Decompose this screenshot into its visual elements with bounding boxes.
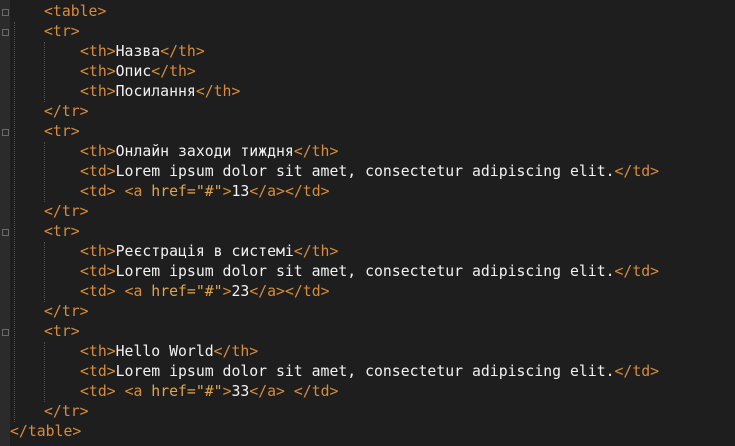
code-line: <td>Lorem ipsum dolor sit amet, consecte… (80, 162, 659, 182)
code-tag: <th> (80, 243, 116, 260)
code-tag: <a (124, 283, 152, 300)
code-tag: </th> (160, 43, 205, 60)
code-tag: </td> (284, 183, 330, 200)
code-tag: </tr> (44, 403, 89, 420)
code-tag: </table> (10, 423, 82, 440)
code-line: <tr> (44, 22, 80, 42)
code-line: <th>Реєстрація в системі</th> (80, 242, 338, 262)
code-text: Lorem ipsum dolor sit amet, consectetur … (115, 363, 615, 380)
code-tag: > (222, 283, 232, 300)
code-line: <tr> (44, 122, 80, 142)
code-tag: </th> (293, 243, 339, 260)
indent-guide (44, 142, 45, 202)
code-text: Назва (115, 43, 161, 60)
code-line: <table> (44, 2, 106, 22)
code-tag: </th> (195, 83, 241, 100)
code-line: </tr> (44, 402, 89, 422)
code-tag: <td> (80, 283, 116, 300)
code-tag: </th> (213, 343, 259, 360)
indent-guide (44, 342, 45, 402)
indent-guide (14, 22, 15, 422)
code-tag: </a> (249, 283, 285, 300)
fold-marker-icon[interactable] (2, 9, 9, 16)
code-line: </tr> (44, 102, 89, 122)
code-tag: <td> (80, 163, 116, 180)
code-tag: </td> (284, 283, 330, 300)
code-text: Hello World (115, 343, 214, 360)
code-line: <th>Назва</th> (80, 42, 205, 62)
code-line: <th>Посилання</th> (80, 82, 240, 102)
editor-gutter (0, 0, 10, 446)
code-line: <tr> (44, 322, 80, 342)
code-attribute: href="#" (151, 383, 223, 400)
code-tag: <td> (80, 263, 116, 280)
fold-marker-icon[interactable] (2, 29, 9, 36)
code-line: <td>Lorem ipsum dolor sit amet, consecte… (80, 362, 659, 382)
code-tag: </td> (614, 263, 660, 280)
code-tag: <tr> (44, 323, 80, 340)
code-line: <th>Hello World</th> (80, 342, 258, 362)
code-tag: </tr> (44, 303, 89, 320)
code-text: Онлайн заходи тиждня (115, 143, 294, 160)
code-tag: </tr> (44, 103, 89, 120)
code-text: Посилання (115, 83, 196, 100)
code-text: Опис (115, 63, 152, 80)
indent-guide (44, 242, 45, 302)
code-tag: <th> (80, 43, 116, 60)
code-tag: </tr> (44, 203, 89, 220)
code-line: <td> <a href="#">33</a> </td> (80, 382, 338, 402)
code-tag: </th> (151, 63, 196, 80)
code-tag: <tr> (44, 123, 80, 140)
code-tag: <th> (80, 343, 116, 360)
code-text: Lorem ipsum dolor sit amet, consectetur … (115, 263, 615, 280)
code-line: </tr> (44, 302, 89, 322)
code-tag: > (222, 383, 232, 400)
code-text: 33 (231, 383, 250, 400)
code-tag: <td> (80, 383, 116, 400)
code-tag: <th> (80, 83, 116, 100)
code-text: Lorem ipsum dolor sit amet, consectetur … (115, 163, 615, 180)
code-line: <tr> (44, 222, 80, 242)
code-tag: <table> (44, 3, 107, 20)
code-tag: </th> (293, 143, 339, 160)
code-tag: <a (124, 383, 152, 400)
code-attribute: href="#" (151, 183, 223, 200)
code-tag: </a> (249, 383, 285, 400)
code-tag: </a> (249, 183, 285, 200)
code-line: </table> (10, 422, 81, 442)
indent-guide (44, 42, 45, 102)
code-tag: <tr> (44, 23, 80, 40)
code-text: Реєстрація в системі (115, 243, 294, 260)
code-tag: <th> (80, 63, 116, 80)
code-text: 23 (231, 283, 250, 300)
code-attribute: href="#" (151, 283, 223, 300)
code-line: </tr> (44, 202, 89, 222)
code-tag: </td> (293, 383, 339, 400)
code-line: <td> <a href="#">13</a></td> (80, 182, 330, 202)
code-line: <th>Опис</th> (80, 62, 196, 82)
code-tag: <td> (80, 183, 116, 200)
code-tag: <tr> (44, 223, 80, 240)
code-tag: <th> (80, 143, 116, 160)
fold-marker-icon[interactable] (2, 329, 9, 336)
code-tag: </td> (614, 163, 660, 180)
code-editor[interactable]: <table> <tr> <th>Назва</th> <th>Опис</th> <t… (10, 0, 735, 446)
code-tag: <a (124, 183, 152, 200)
code-tag: > (222, 183, 232, 200)
code-line: <td> <a href="#">23</a></td> (80, 282, 330, 302)
fold-marker-icon[interactable] (2, 229, 9, 236)
code-line: <th>Онлайн заходи тиждня</th> (80, 142, 338, 162)
code-tag: <td> (80, 363, 116, 380)
fold-marker-icon[interactable] (2, 129, 9, 136)
code-line: <td>Lorem ipsum dolor sit amet, consecte… (80, 262, 659, 282)
code-text: 13 (231, 183, 250, 200)
code-tag: </td> (614, 363, 660, 380)
